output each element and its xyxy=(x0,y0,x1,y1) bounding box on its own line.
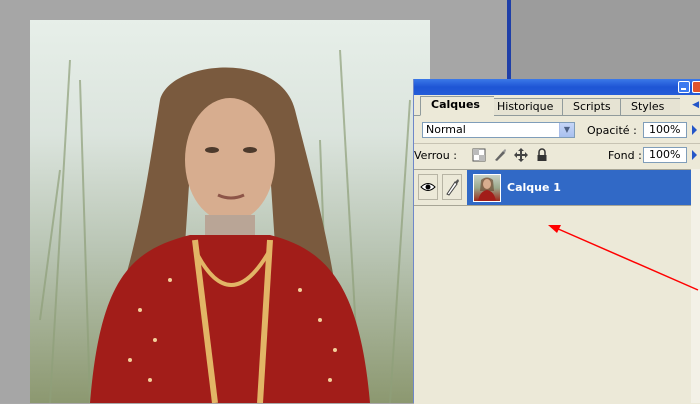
blend-row: Normal ▼ Opacité : 100% xyxy=(414,119,700,141)
layer-name[interactable]: Calque 1 xyxy=(507,181,561,194)
tab-styles[interactable]: Styles xyxy=(620,98,680,115)
layers-list: Calque 1 xyxy=(414,169,700,404)
minimize-icon[interactable] xyxy=(678,81,690,93)
eye-icon[interactable] xyxy=(418,174,438,200)
tab-scroll-icon[interactable]: ◀ xyxy=(692,100,699,110)
close-icon[interactable] xyxy=(692,81,700,93)
palette-titlebar[interactable] xyxy=(414,79,700,95)
layer-selection-highlight[interactable] xyxy=(467,170,700,205)
lock-row: Verrou : Fond : 100% xyxy=(414,143,700,166)
palette-tabs: Historique Scripts Styles Calques ◀ xyxy=(414,95,700,116)
tab-historique[interactable]: Historique xyxy=(486,98,570,115)
lock-paint-icon[interactable] xyxy=(493,148,507,162)
tab-scripts[interactable]: Scripts xyxy=(562,98,626,115)
opacity-label: Opacité : xyxy=(587,124,637,137)
lock-move-icon[interactable] xyxy=(514,148,528,162)
layers-palette: Historique Scripts Styles Calques ◀ Norm… xyxy=(413,79,700,404)
fill-slider-arrow-icon[interactable] xyxy=(692,150,697,160)
lock-all-icon[interactable] xyxy=(535,148,549,162)
layers-scrollbar[interactable] xyxy=(691,169,700,403)
lock-transparency-icon[interactable] xyxy=(472,148,486,162)
brush-icon[interactable] xyxy=(442,174,462,200)
chevron-down-icon[interactable]: ▼ xyxy=(559,123,574,137)
fill-field[interactable]: 100% xyxy=(643,147,687,163)
document-photo[interactable] xyxy=(30,20,430,403)
opacity-field[interactable]: 100% xyxy=(643,122,687,138)
fill-label: Fond : xyxy=(608,149,642,162)
blend-mode-value: Normal xyxy=(426,123,466,136)
layer-thumbnail[interactable] xyxy=(473,174,501,202)
blend-mode-select[interactable]: Normal ▼ xyxy=(422,122,575,138)
lock-label: Verrou : xyxy=(414,149,457,162)
layer-row[interactable]: Calque 1 xyxy=(414,170,700,206)
opacity-slider-arrow-icon[interactable] xyxy=(692,125,697,135)
tab-calques[interactable]: Calques xyxy=(420,96,494,116)
